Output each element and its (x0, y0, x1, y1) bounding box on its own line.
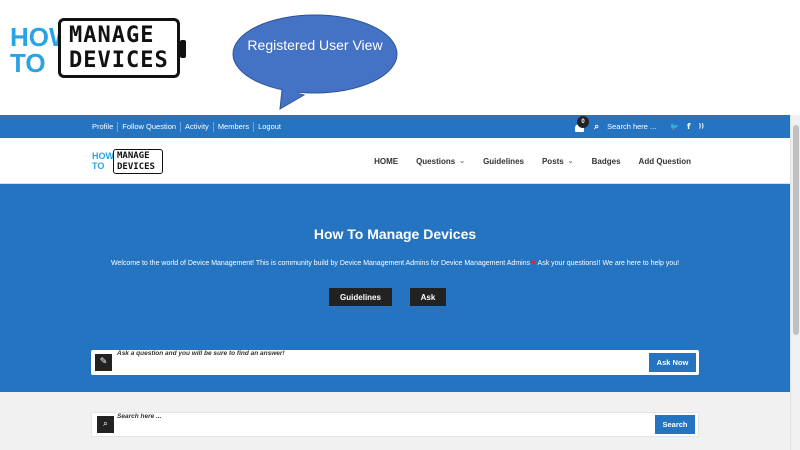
nav-item-questions[interactable]: Questions ⌄ (416, 157, 465, 166)
search-button[interactable]: Search (655, 415, 695, 434)
site-logo-box: MANAGE DEVICES (113, 149, 163, 174)
search-icon[interactable]: ⌕ (594, 122, 599, 132)
chevron-down-icon: ⌄ (459, 158, 466, 165)
top-link-profile[interactable]: Profile (88, 121, 119, 132)
nav-item-label: Questions (416, 156, 456, 166)
site-logo-how: HOW (92, 151, 114, 161)
nav-item-label: HOME (374, 156, 399, 166)
ask-button[interactable]: Ask (410, 288, 446, 306)
top-bar-right: 0 ⌕ Search here ... 🐦 f )) (574, 115, 704, 138)
callout-text: Registered User View (247, 37, 383, 53)
nav-item-label: Badges (591, 156, 621, 166)
top-search-input[interactable]: Search here ... (607, 122, 656, 131)
how-to-manage-devices-logo: HOW TO MANAGE DEVICES (8, 16, 186, 80)
nav-item-add-question[interactable]: Add Question (639, 157, 691, 166)
logo-to-text: TO (10, 48, 46, 78)
ask-question-input[interactable]: Ask a question and you will be sure to f… (117, 350, 285, 375)
nav-item-guidelines[interactable]: Guidelines (483, 157, 524, 166)
nav-item-label: Guidelines (483, 156, 524, 166)
hero-title: How To Manage Devices (313, 226, 477, 242)
search-bar: ⌕ Search here ... Search (91, 412, 699, 437)
site-logo-devices: DEVICES (117, 162, 155, 172)
top-link-members[interactable]: Members (214, 121, 255, 132)
logo-devices-text: DEVICES (69, 48, 169, 73)
facebook-icon[interactable]: f (687, 122, 690, 131)
website-viewport: Profile Follow Question Activity Members… (0, 115, 790, 450)
site-logo-to: TO (92, 161, 105, 171)
pencil-icon: ✎ (95, 354, 112, 371)
scrollbar-thumb[interactable] (793, 125, 799, 335)
top-bar-links: Profile Follow Question Activity Members… (88, 115, 285, 138)
screenshot: HOW TO MANAGE DEVICES Registered User Vi… (0, 0, 800, 450)
ask-now-button[interactable]: Ask Now (649, 353, 696, 372)
main-navbar: HOW TO MANAGE DEVICES HOME Questions ⌄ Gu… (0, 138, 790, 184)
top-link-activity[interactable]: Activity (181, 121, 214, 132)
logo-box: MANAGE DEVICES (58, 18, 180, 78)
top-link-logout[interactable]: Logout (254, 122, 285, 132)
callout-bubble: Registered User View (232, 14, 398, 114)
search-icon: ⌕ (97, 416, 114, 433)
notification-bell-icon[interactable]: 0 (574, 115, 590, 134)
callout-shape (232, 14, 398, 110)
nav-item-badges[interactable]: Badges (592, 157, 621, 166)
chevron-down-icon: ⌄ (567, 158, 574, 165)
nav-menu: HOME Questions ⌄ Guidelines Posts ⌄ Badges… (374, 138, 691, 184)
nav-item-label: Add Question (638, 156, 691, 166)
notification-count-badge: 0 (577, 115, 590, 128)
top-link-follow-question[interactable]: Follow Question (118, 121, 182, 132)
hero-subtitle: Welcome to the world of Device Managemen… (0, 259, 790, 267)
nav-item-label: Posts (541, 156, 564, 166)
guidelines-button[interactable]: Guidelines (329, 288, 392, 306)
rss-icon[interactable]: )) (699, 123, 704, 130)
hero-subtitle-part2: Ask your questions!! We are here to help… (535, 260, 680, 267)
nav-item-home[interactable]: HOME (374, 157, 398, 166)
ask-question-bar: ✎ Ask a question and you will be sure to… (91, 350, 699, 375)
search-input[interactable]: Search here ... (117, 413, 161, 436)
logo-manage-text: MANAGE (69, 23, 155, 48)
hero-section: How To Manage Devices Welcome to the wor… (0, 184, 790, 392)
logo-plug-shape (180, 40, 186, 58)
scrollbar[interactable] (790, 115, 800, 450)
twitter-icon[interactable]: 🐦 (670, 123, 679, 131)
site-logo[interactable]: HOW TO MANAGE DEVICES (92, 149, 164, 174)
nav-item-posts[interactable]: Posts ⌄ (542, 157, 574, 166)
hero-subtitle-part1: Welcome to the world of Device Managemen… (110, 260, 531, 267)
top-bar: Profile Follow Question Activity Members… (0, 115, 790, 138)
site-logo-manage: MANAGE (117, 151, 150, 161)
